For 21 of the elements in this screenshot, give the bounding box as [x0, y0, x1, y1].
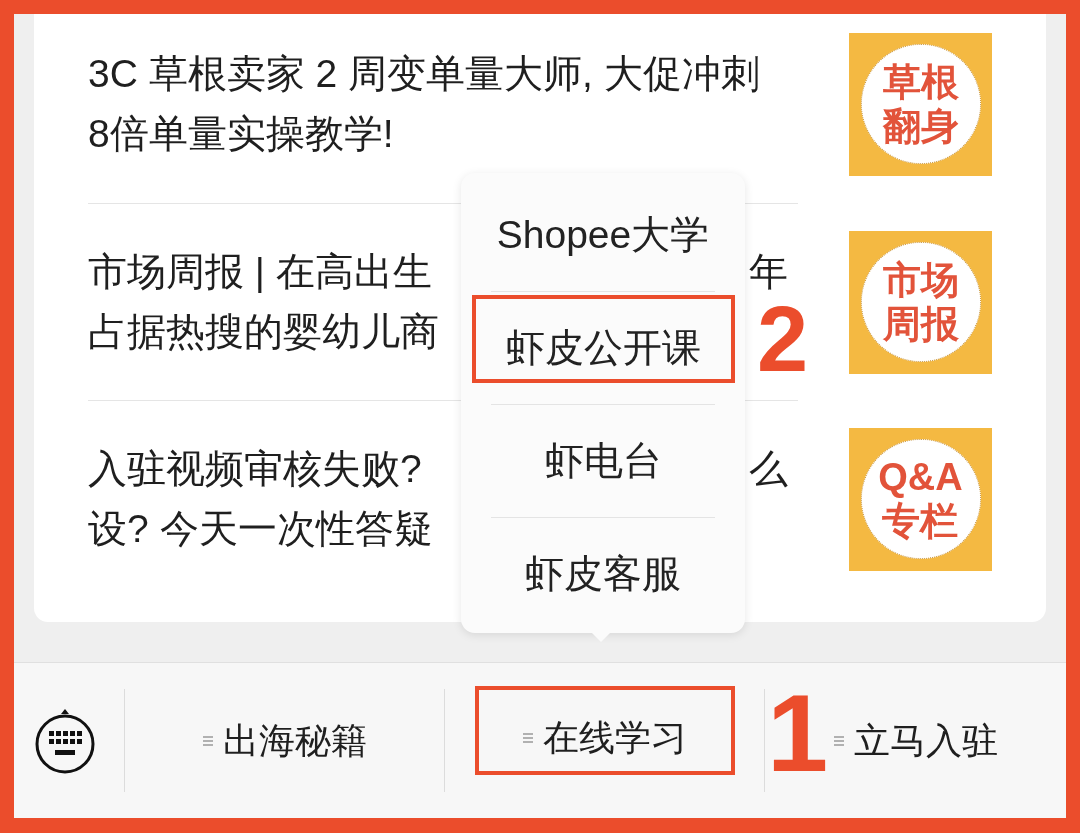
thumbnail-text: Q&A 专栏 — [878, 455, 963, 543]
article-title[interactable]: 入驻视频审核失败? 设? 今天一次性答疑 — [88, 439, 433, 559]
article-title-fragment[interactable]: 么 — [749, 439, 788, 499]
menu-tab[interactable]: 出海秘籍 — [202, 718, 367, 763]
menu-item[interactable]: Shopee大学 — [496, 211, 710, 259]
menu-tab[interactable]: 在线学习 — [474, 686, 735, 775]
article-title[interactable]: 3C 草根卖家 2 周变单量大师, 大促冲刺 8倍单量实操教学! — [88, 44, 760, 164]
menu-icon — [522, 732, 533, 744]
menu-icon — [202, 734, 213, 747]
menu-item[interactable]: 虾电台 — [544, 437, 662, 485]
article-title[interactable]: 市场周报 | 在高出生 占据热搜的婴幼儿商 — [88, 242, 439, 362]
menu-icon — [833, 734, 844, 747]
menu-item[interactable]: 虾皮公开课 — [471, 295, 735, 383]
callout-number: 2 — [757, 303, 809, 375]
thumbnail-text: 市场 周报 — [882, 258, 959, 346]
keyboard-icon[interactable] — [33, 707, 97, 774]
callout-number: 1 — [767, 691, 829, 775]
menu-tab[interactable]: 立马入驻 — [833, 718, 998, 763]
thumbnail-text: 草根 翻身 — [882, 60, 959, 148]
article-title-fragment[interactable]: 年 — [749, 242, 788, 302]
menu-item[interactable]: 虾皮客服 — [525, 550, 681, 598]
